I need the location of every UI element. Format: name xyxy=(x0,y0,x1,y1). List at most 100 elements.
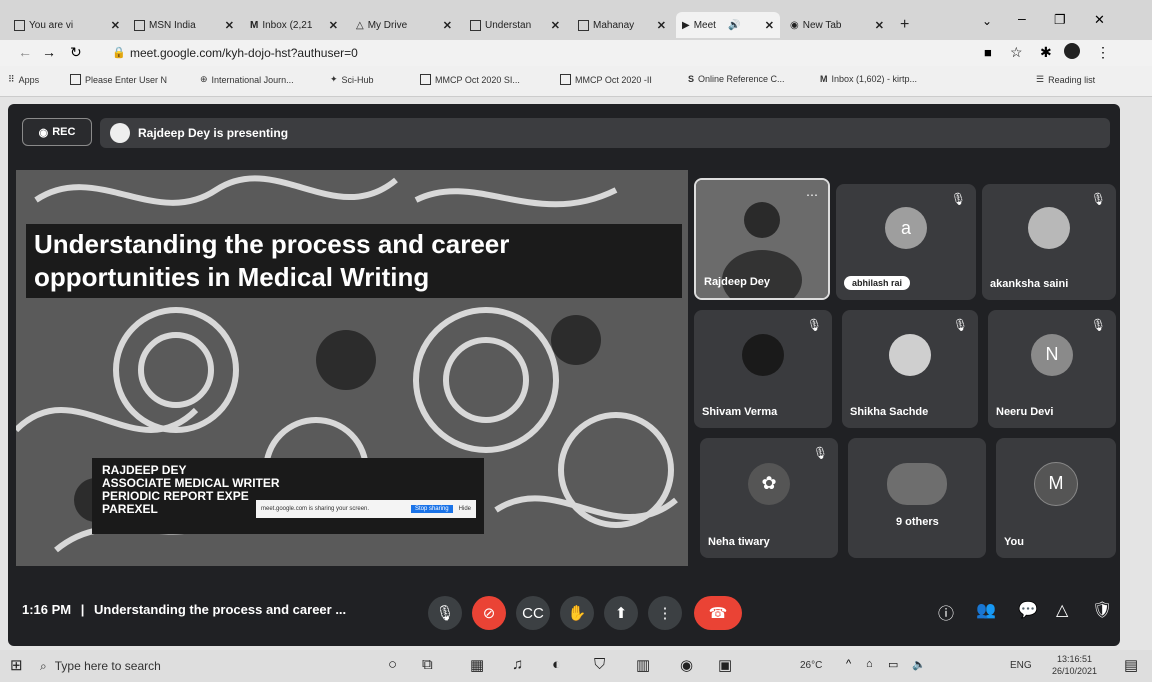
mic-off-icon: 🎙 xyxy=(806,318,822,332)
close-tab-icon[interactable]: ✕ xyxy=(111,19,120,32)
bookmark-star-icon[interactable]: ☆ xyxy=(1010,44,1023,61)
weather-temperature[interactable]: 26°C xyxy=(800,660,822,671)
raise-hand-button[interactable]: ✋ xyxy=(560,596,594,630)
back-icon[interactable]: ← xyxy=(18,44,32,60)
close-tab-icon[interactable]: ✕ xyxy=(329,19,338,32)
chat-icon[interactable]: 💬 xyxy=(1018,600,1038,620)
captions-button[interactable]: CC xyxy=(516,596,550,630)
notifications-icon[interactable]: ▤ xyxy=(1124,656,1138,674)
windows-start-icon[interactable]: ⊞ xyxy=(10,656,23,674)
profile-avatar[interactable] xyxy=(1064,43,1080,59)
cortana-icon[interactable]: ○ xyxy=(388,656,397,673)
meeting-title: Understanding the process and career ... xyxy=(94,602,347,617)
participant-tile-rajdeep[interactable]: ⋯ Rajdeep Dey xyxy=(694,178,830,300)
task-view-icon[interactable]: ⧉ xyxy=(422,656,433,673)
reading-list[interactable]: ☰ Reading list xyxy=(1036,74,1095,85)
participant-tile[interactable]: 🎙 Shikha Sachde xyxy=(842,310,978,428)
more-options-button[interactable]: ⋮ xyxy=(648,596,682,630)
tab-search-icon[interactable]: ⌄ xyxy=(982,14,992,28)
close-window-icon[interactable]: ✕ xyxy=(1094,12,1105,28)
presenter-avatar xyxy=(110,123,130,143)
avatar xyxy=(1028,207,1070,250)
participant-tile[interactable]: 🎙 N Neeru Devi xyxy=(988,310,1116,428)
taskbar-clock[interactable]: 13:16:51 26/10/2021 xyxy=(1052,653,1097,677)
bookmark-item[interactable]: M Inbox (1,602) - kirtp... xyxy=(820,74,917,84)
app-icon[interactable]: ▦ xyxy=(470,656,484,674)
close-tab-icon[interactable]: ✕ xyxy=(875,19,884,32)
record-icon: ◉ xyxy=(38,126,49,139)
browser-tab[interactable]: M Inbox (2,21 ✕ xyxy=(244,12,344,38)
browser-tab[interactable]: You are vi ✕ xyxy=(8,12,126,38)
forward-icon[interactable]: → xyxy=(42,44,56,60)
info-icon[interactable]: ⓘ xyxy=(938,600,954,624)
taskbar-search[interactable]: ⌕ Type here to search xyxy=(40,654,360,678)
mic-button[interactable]: 🎙 xyxy=(428,596,462,630)
participant-tile[interactable]: 🎙 Shivam Verma xyxy=(694,310,832,428)
browser-tab[interactable]: Mahanay ✕ xyxy=(572,12,672,38)
network-icon[interactable]: ⌂ xyxy=(866,658,873,670)
participant-tile[interactable]: 🎙 ✿ Neha tiwary xyxy=(700,438,838,558)
mic-icon: 🎙 xyxy=(435,605,455,622)
bookmark-item[interactable]: Please Enter User N xyxy=(70,74,167,85)
tray-arrow-icon[interactable]: ^ xyxy=(846,658,851,670)
activities-icon[interactable]: △ xyxy=(1056,600,1068,620)
camera-icon[interactable]: ■ xyxy=(984,45,992,60)
bookmarks-bar: ⠿ Apps Please Enter User N ⊕ International… xyxy=(0,66,1152,97)
mic-off-icon: 🎙 xyxy=(1090,318,1106,332)
maximize-icon[interactable]: ❐ xyxy=(1054,12,1066,28)
browser-tab-active[interactable]: ▶ Meet 🔊 ✕ xyxy=(676,12,780,38)
presenter-info: RAJDEEP DEY ASSOCIATE MEDICAL WRITER PER… xyxy=(92,458,484,534)
bookmark-item[interactable]: ⊕ International Journ... xyxy=(200,74,294,85)
stop-sharing-button[interactable]: Stop sharing xyxy=(410,505,453,513)
browser-tab[interactable]: Understan ✕ xyxy=(464,12,566,38)
browser-tab[interactable]: ◉ New Tab ✕ xyxy=(784,12,890,38)
people-icon[interactable]: 👥 xyxy=(976,600,996,620)
close-tab-icon[interactable]: ✕ xyxy=(225,19,234,32)
lock-icon[interactable]: 🔒 xyxy=(112,46,126,59)
menu-icon[interactable]: ⋮ xyxy=(1096,44,1110,61)
close-tab-icon[interactable]: ✕ xyxy=(657,19,666,32)
host-controls-icon[interactable]: 🛡 xyxy=(1092,600,1112,620)
security-icon[interactable]: ⛉ xyxy=(594,656,605,673)
bookmark-item[interactable]: MMCP Oct 2020 SI... xyxy=(420,74,520,85)
minimize-icon[interactable]: – xyxy=(1018,10,1026,26)
bookmark-apps[interactable]: ⠿ Apps xyxy=(8,74,39,85)
leave-call-button[interactable]: ☎ xyxy=(694,596,742,630)
close-tab-icon[interactable]: ✕ xyxy=(765,19,774,32)
app-icon[interactable]: ◐ xyxy=(552,656,561,673)
site-icon xyxy=(70,74,81,85)
participant-tile[interactable]: 🎙 a abhilash rai xyxy=(836,184,976,300)
more-options-icon[interactable]: ⋯ xyxy=(806,188,818,202)
close-tab-icon[interactable]: ✕ xyxy=(551,19,560,32)
participant-tile[interactable]: 🎙 akanksha saini xyxy=(982,184,1116,300)
bookmark-item[interactable]: MMCP Oct 2020 -II xyxy=(560,74,652,85)
bookmark-item[interactable]: S Online Reference C... xyxy=(688,74,785,84)
extensions-icon[interactable]: ✱ xyxy=(1040,44,1052,61)
clock: 1:16 PM xyxy=(22,602,72,617)
browser-tab[interactable]: MSN India ✕ xyxy=(128,12,240,38)
app-icon[interactable]: ▥ xyxy=(636,656,650,674)
captions-icon: CC xyxy=(522,604,544,622)
battery-icon[interactable]: ▭ xyxy=(888,658,898,671)
new-tab-button[interactable]: + xyxy=(894,12,918,38)
chrome-icon[interactable]: ◉ xyxy=(680,656,693,674)
present-button[interactable]: ⬆ xyxy=(604,596,638,630)
language-indicator[interactable]: ENG xyxy=(1010,660,1032,671)
avatar xyxy=(742,333,784,376)
url-field[interactable]: meet.google.com/kyh-dojo-hst?authuser=0 xyxy=(130,46,358,60)
hide-button[interactable]: Hide xyxy=(459,506,471,512)
self-tile[interactable]: M You xyxy=(996,438,1116,558)
bookmark-item[interactable]: ✦ Sci-Hub xyxy=(330,74,374,85)
volume-icon[interactable]: 🔈 xyxy=(912,658,926,671)
app-icon[interactable]: ▣ xyxy=(718,656,732,674)
others-tile[interactable]: 9 others xyxy=(848,438,986,558)
reload-icon[interactable]: ↻ xyxy=(70,44,82,61)
drive-icon: △ xyxy=(356,19,364,31)
camera-button[interactable]: ⊘ xyxy=(472,596,506,630)
close-tab-icon[interactable]: ✕ xyxy=(443,19,452,32)
meet-icon: ▶ xyxy=(682,19,690,31)
app-icon[interactable]: ♫ xyxy=(512,656,523,673)
browser-tab[interactable]: △ My Drive ✕ xyxy=(350,12,458,38)
reading-list-icon: ☰ xyxy=(1036,74,1045,84)
recording-indicator[interactable]: ◉ REC xyxy=(22,118,92,146)
